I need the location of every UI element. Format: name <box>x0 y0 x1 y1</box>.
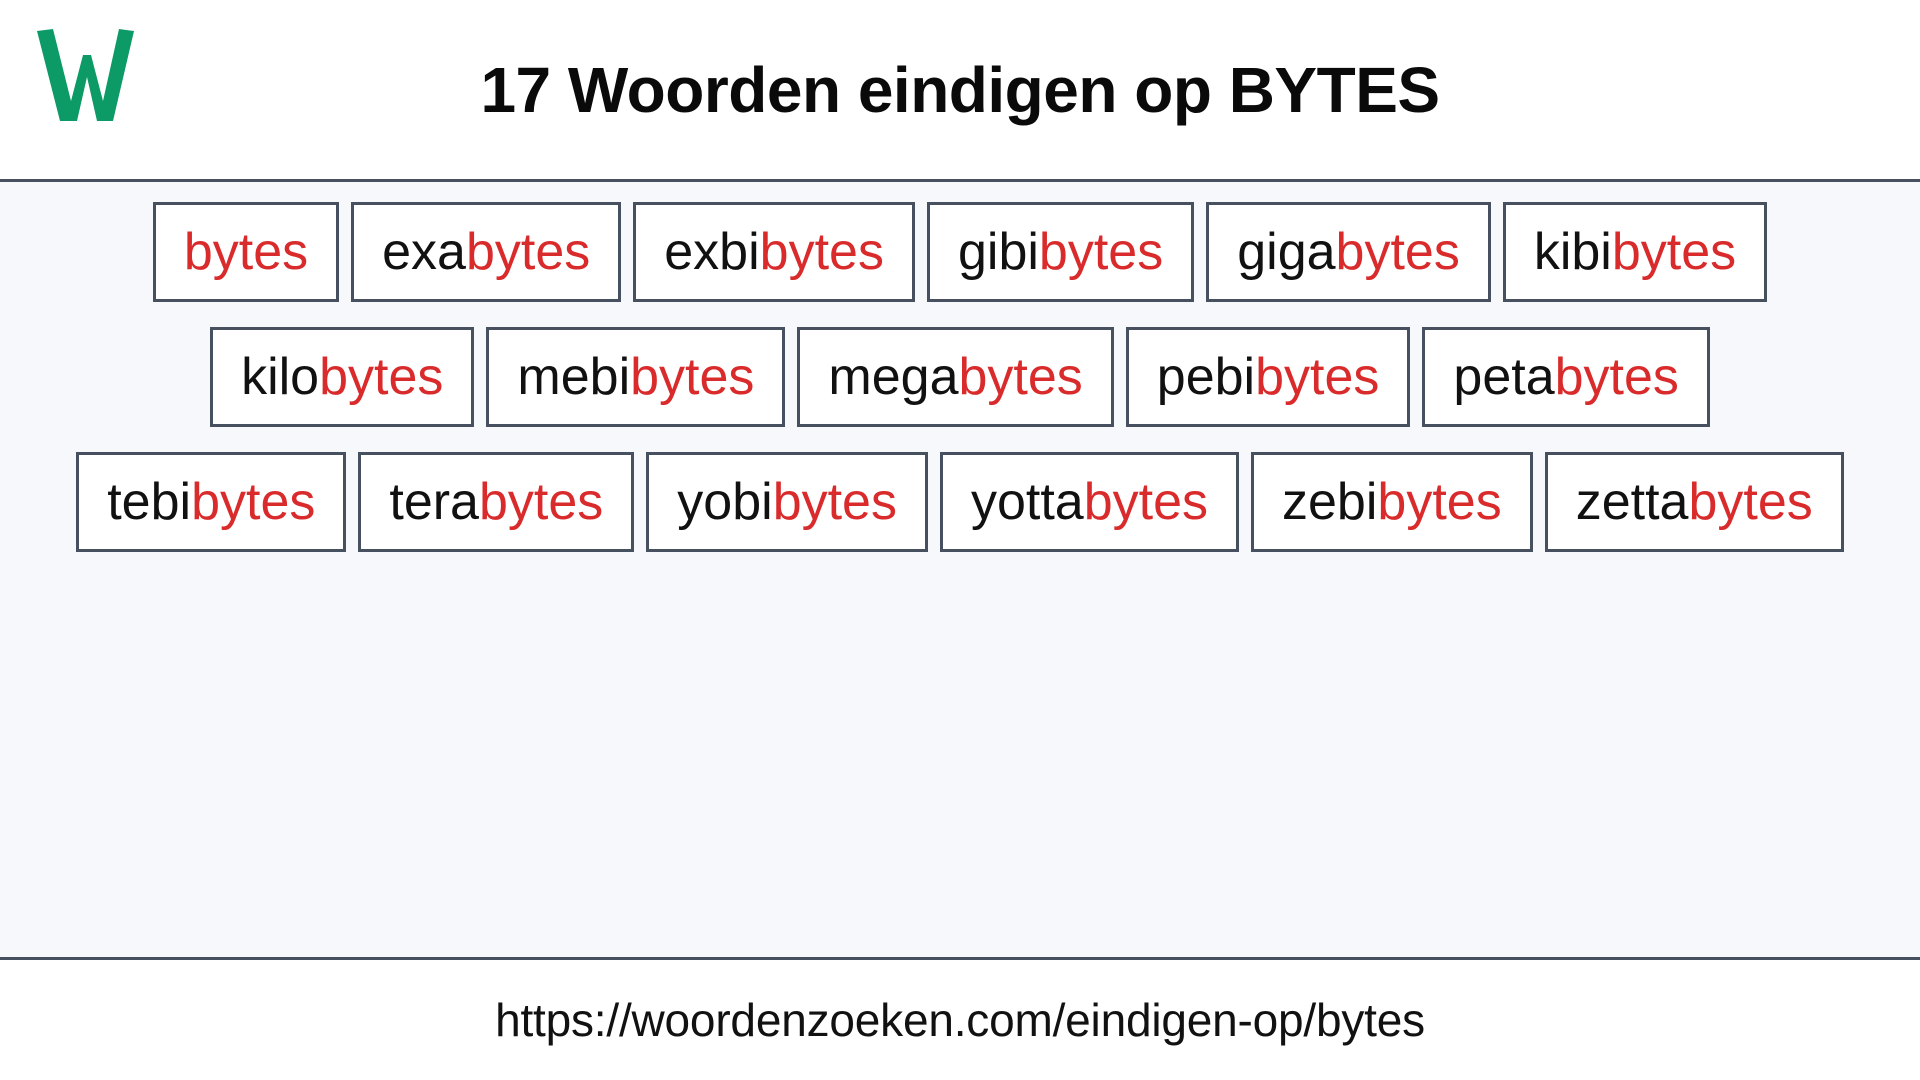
word-prefix: mega <box>828 348 959 406</box>
word-text: gigabytes <box>1237 226 1460 278</box>
word-box[interactable]: exabytes <box>351 202 622 302</box>
word-text: gibibytes <box>958 226 1163 278</box>
word-suffix: bytes <box>465 223 591 281</box>
word-text: kibibytes <box>1534 226 1736 278</box>
word-text: tebibytes <box>107 476 315 528</box>
word-text: mebibytes <box>517 351 754 403</box>
word-prefix: tera <box>389 473 479 531</box>
word-suffix: bytes <box>1038 223 1164 281</box>
word-box[interactable]: zettabytes <box>1544 452 1844 552</box>
word-prefix: mebi <box>517 348 631 406</box>
word-prefix: peta <box>1453 348 1555 406</box>
word-suffix: bytes <box>319 348 444 406</box>
word-suffix: bytes <box>191 473 316 531</box>
word-text: petabytes <box>1453 351 1679 403</box>
word-prefix: kilo <box>241 348 320 406</box>
word-suffix: bytes <box>1083 473 1209 531</box>
word-prefix: giga <box>1237 223 1336 281</box>
word-box[interactable]: terabytes <box>358 452 635 552</box>
word-suffix: bytes <box>478 473 604 531</box>
word-box[interactable]: gibibytes <box>926 202 1195 302</box>
word-text: pebibytes <box>1157 351 1380 403</box>
word-suffix: bytes <box>1255 348 1380 406</box>
word-box[interactable]: gigabytes <box>1206 202 1491 302</box>
word-prefix: kibi <box>1533 223 1612 281</box>
page-footer: https://woordenzoeken.com/eindigen-op/by… <box>0 960 1920 1080</box>
word-suffix: bytes <box>958 348 1083 406</box>
word-box[interactable]: mebibytes <box>486 327 786 427</box>
page-title: 17 Woorden eindigen op BYTES <box>480 53 1440 126</box>
word-text: megabytes <box>828 351 1082 403</box>
word-box[interactable]: megabytes <box>797 327 1114 427</box>
word-box[interactable]: bytes <box>152 202 340 302</box>
word-row: tebibytes terabytes yobibytes yottabytes zeb… <box>0 452 1920 552</box>
word-box[interactable]: kibibytes <box>1502 202 1768 302</box>
source-url[interactable]: https://woordenzoeken.com/eindigen-op/by… <box>495 993 1425 1047</box>
word-text: kilobytes <box>241 351 443 403</box>
word-box[interactable]: zebibytes <box>1251 452 1533 552</box>
word-box[interactable]: kilobytes <box>210 327 475 427</box>
word-box[interactable]: petabytes <box>1422 327 1710 427</box>
word-prefix: gibi <box>957 223 1039 281</box>
page-root: 17 Woorden eindigen op BYTES bytes exabyt… <box>0 0 1920 1080</box>
word-row: bytes exabytes exbibytes gibibytes gigabytes… <box>0 202 1920 302</box>
word-suffix: bytes <box>1377 473 1502 531</box>
word-prefix: yobi <box>677 473 773 531</box>
w-logo-icon <box>30 22 140 127</box>
word-prefix: tebi <box>107 473 192 531</box>
word-text: yobibytes <box>677 476 897 528</box>
word-list-area: bytes exabytes exbibytes gibibytes gigabytes… <box>0 182 1920 960</box>
word-suffix: bytes <box>630 348 755 406</box>
word-text: bytes <box>184 226 308 278</box>
word-suffix: bytes <box>183 223 309 281</box>
word-text: exbibytes <box>664 226 884 278</box>
word-row: kilobytes mebibytes megabytes pebibytes peta… <box>0 327 1920 427</box>
word-prefix: exa <box>382 223 466 281</box>
word-box[interactable]: yobibytes <box>646 452 928 552</box>
word-suffix: bytes <box>1335 223 1460 281</box>
word-prefix: zebi <box>1282 473 1378 531</box>
word-prefix: yotta <box>970 473 1084 531</box>
word-box[interactable]: tebibytes <box>76 452 347 552</box>
word-box[interactable]: pebibytes <box>1125 327 1411 427</box>
page-header: 17 Woorden eindigen op BYTES <box>0 0 1920 182</box>
word-suffix: bytes <box>1611 223 1737 281</box>
word-suffix: bytes <box>772 473 897 531</box>
word-text: exabytes <box>382 226 590 278</box>
word-text: terabytes <box>389 476 603 528</box>
word-box[interactable]: exbibytes <box>633 202 915 302</box>
word-box[interactable]: yottabytes <box>939 452 1240 552</box>
word-suffix: bytes <box>759 223 884 281</box>
word-text: zebibytes <box>1282 476 1502 528</box>
word-prefix: pebi <box>1156 348 1256 406</box>
word-text: yottabytes <box>971 476 1208 528</box>
word-text: zettabytes <box>1576 476 1813 528</box>
word-prefix: zetta <box>1575 473 1689 531</box>
word-suffix: bytes <box>1554 348 1679 406</box>
word-prefix: exbi <box>664 223 760 281</box>
word-suffix: bytes <box>1688 473 1813 531</box>
